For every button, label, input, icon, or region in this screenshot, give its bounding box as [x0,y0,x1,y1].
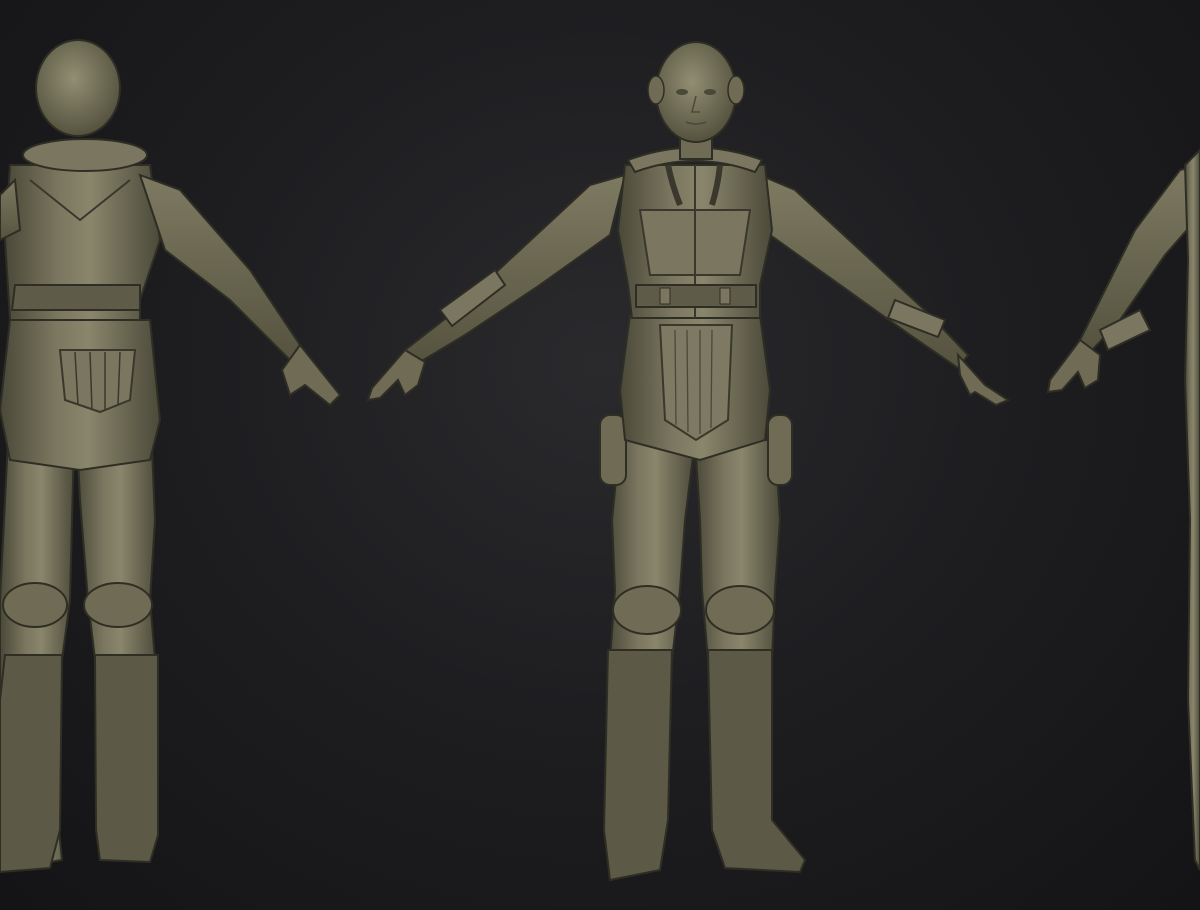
front-right-arm [758,173,970,370]
front-left-boot [602,649,674,882]
front-view-figure [366,41,1011,882]
back-right-arm [138,173,302,362]
front-left-hand [366,348,427,402]
front-left-arm [403,173,627,367]
sculpt-render [0,39,1200,882]
front-right-hand [956,352,1011,407]
front-right-boot [706,649,807,874]
side-body-edge [1183,148,1200,871]
side-view-figure [1046,148,1200,871]
render-viewport [0,0,1200,910]
back-view-figure [0,39,342,874]
back-right-boot [93,654,159,864]
back-left-boot [0,654,64,874]
